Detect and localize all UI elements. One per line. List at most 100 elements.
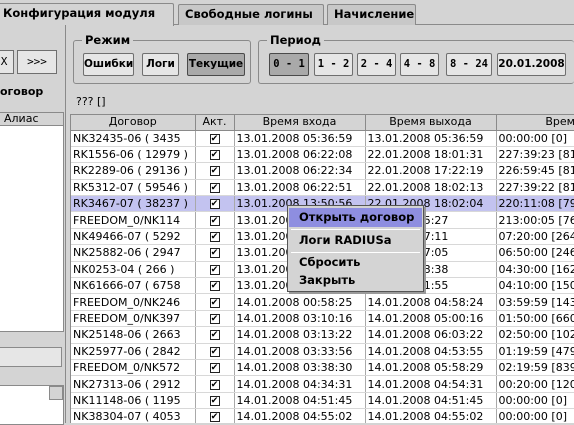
active-checkbox[interactable]: ✔: [209, 379, 220, 390]
menu-item-radius-logs[interactable]: Логи RADIUSа: [289, 231, 422, 250]
cell-duration[interactable]: 00:00:00 [0]: [496, 392, 574, 410]
cell-login-time[interactable]: 14.01.2008 03:10:16: [234, 310, 366, 328]
cell-duration[interactable]: 227:39:22 [81: [496, 179, 574, 197]
table-row[interactable]: RK1556-06 ( 12979 ) ✔ 13.01.2008 06:22:08 2…: [71, 146, 574, 164]
active-checkbox[interactable]: ✔: [209, 346, 220, 357]
cell-duration[interactable]: 226:59:45 [81: [496, 162, 574, 180]
cell-login-time[interactable]: 14.01.2008 03:13:22: [234, 326, 366, 344]
mode-logs-button[interactable]: Логи: [142, 53, 179, 76]
cell-contract[interactable]: NK61666-07 ( 6758: [71, 277, 196, 295]
cell-logout-time[interactable]: 14.01.2008 06:03:22: [365, 326, 497, 344]
period-1-2-button[interactable]: 1 - 2: [314, 53, 353, 76]
table-row[interactable]: FREEDOM_0/NK246 ✔ 14.01.2008 00:58:25 14.01…: [71, 293, 574, 311]
column-header-contract[interactable]: Договор: [71, 115, 196, 131]
cell-contract[interactable]: FREEDOM_0/NK114: [71, 211, 196, 229]
cell-login-time[interactable]: 13.01.2008 06:22:51: [234, 179, 366, 197]
active-checkbox[interactable]: ✔: [209, 232, 220, 243]
cell-login-time[interactable]: 13.01.2008 06:22:34: [234, 162, 366, 180]
cell-login-time[interactable]: 14.01.2008 04:51:45: [234, 392, 366, 410]
cell-logout-time[interactable]: 22.01.2008 18:02:13: [365, 179, 497, 197]
cell-duration[interactable]: 02:19:59 [839: [496, 359, 574, 377]
active-checkbox[interactable]: ✔: [209, 395, 220, 406]
scrollbar-up-arrow[interactable]: [49, 386, 63, 400]
next-button[interactable]: >>>: [17, 50, 57, 74]
cell-logout-time[interactable]: 14.01.2008 05:58:29: [365, 359, 497, 377]
table-row[interactable]: RK5312-07 ( 59546 ) ✔ 13.01.2008 06:22:51 2…: [71, 179, 574, 197]
cell-login-time[interactable]: 14.01.2008 03:38:30: [234, 359, 366, 377]
cell-logout-time[interactable]: 22.01.2008 17:22:19: [365, 162, 497, 180]
cell-login-time[interactable]: 13.01.2008 06:22:08: [234, 146, 366, 164]
cell-contract[interactable]: NK49466-07 ( 5292: [71, 228, 196, 246]
tab-charging[interactable]: Начисление: [327, 4, 416, 25]
cell-logout-time[interactable]: 14.01.2008 04:58:24: [365, 293, 497, 311]
period-date-button[interactable]: 20.01.2008: [497, 53, 566, 76]
cell-contract[interactable]: FREEDOM_0/NK246: [71, 293, 196, 311]
cell-duration[interactable]: 00:20:00 [120: [496, 375, 574, 393]
tab-free-logins[interactable]: Свободные логины: [178, 4, 324, 25]
table-row[interactable]: RK2289-06 ( 29136 ) ✔ 13.01.2008 06:22:34 2…: [71, 162, 574, 180]
cell-duration[interactable]: 213:00:05 [76: [496, 211, 574, 229]
active-checkbox[interactable]: ✔: [209, 363, 220, 374]
active-checkbox[interactable]: ✔: [209, 313, 220, 324]
period-0-1-button[interactable]: 0 - 1: [269, 53, 309, 76]
cell-contract[interactable]: RK1556-06 ( 12979 ): [71, 146, 196, 164]
cell-duration[interactable]: 06:50:00 [246: [496, 244, 574, 262]
cell-login-time[interactable]: 14.01.2008 03:33:56: [234, 343, 366, 360]
cell-contract[interactable]: FREEDOM_0/NK397: [71, 310, 196, 328]
cell-duration[interactable]: 07:20:00 [264: [496, 228, 574, 246]
cell-contract[interactable]: RK3467-07 ( 38237 ): [71, 195, 196, 213]
active-checkbox[interactable]: ✔: [209, 412, 220, 423]
column-header-duration[interactable]: Время: [496, 115, 574, 131]
period-8-24-button[interactable]: 8 - 24: [446, 53, 492, 76]
period-4-8-button[interactable]: 4 - 8: [400, 53, 439, 76]
cell-contract[interactable]: RK2289-06 ( 29136 ): [71, 162, 196, 180]
cell-contract[interactable]: NK25882-06 ( 2947: [71, 244, 196, 262]
cell-login-time[interactable]: 13.01.2008 05:36:59: [234, 130, 366, 147]
cell-duration[interactable]: 227:39:23 [81: [496, 146, 574, 164]
column-header-active[interactable]: Акт.: [195, 115, 235, 131]
cell-login-time[interactable]: 14.01.2008 00:58:25: [234, 293, 366, 311]
left-bottom-list[interactable]: [0, 385, 64, 425]
cell-duration[interactable]: 04:30:00 [162: [496, 261, 574, 279]
cell-contract[interactable]: NK25148-06 ( 2663: [71, 326, 196, 344]
cell-contract[interactable]: NK25977-06 ( 2842: [71, 343, 196, 360]
cell-duration[interactable]: 01:50:00 [660: [496, 310, 574, 328]
cell-duration[interactable]: 02:50:00 [102: [496, 326, 574, 344]
column-header-login-time[interactable]: Время входа: [234, 115, 366, 131]
active-checkbox[interactable]: ✔: [209, 248, 220, 259]
cell-contract[interactable]: NK27313-06 ( 2912: [71, 375, 196, 393]
active-checkbox[interactable]: ✔: [209, 133, 220, 144]
alias-list[interactable]: Алиас: [0, 112, 64, 332]
cell-logout-time[interactable]: 22.01.2008 18:01:31: [365, 146, 497, 164]
active-checkbox[interactable]: ✔: [209, 264, 220, 275]
menu-item-open-contract[interactable]: Открыть договор: [289, 208, 422, 227]
cell-logout-time[interactable]: 14.01.2008 04:51:45: [365, 392, 497, 410]
left-input-field[interactable]: [0, 347, 62, 367]
active-checkbox[interactable]: ✔: [209, 182, 220, 193]
cell-login-time[interactable]: 14.01.2008 04:34:31: [234, 375, 366, 393]
table-row[interactable]: NK25148-06 ( 2663 ✔ 14.01.2008 03:13:22 14.…: [71, 326, 574, 344]
cell-logout-time[interactable]: 14.01.2008 04:54:31: [365, 375, 497, 393]
active-checkbox[interactable]: ✔: [209, 150, 220, 161]
cell-logout-time[interactable]: 14.01.2008 04:55:02: [365, 408, 497, 423]
menu-item-close[interactable]: Закрыть: [289, 271, 422, 290]
cell-contract[interactable]: FREEDOM_0/NK572: [71, 359, 196, 377]
alias-column-header[interactable]: Алиас: [0, 113, 63, 126]
active-checkbox[interactable]: ✔: [209, 297, 220, 308]
table-row[interactable]: FREEDOM_0/NK572 ✔ 14.01.2008 03:38:30 14.01…: [71, 359, 574, 377]
table-row[interactable]: NK27313-06 ( 2912 ✔ 14.01.2008 04:34:31 14.…: [71, 375, 574, 393]
cell-duration[interactable]: 220:11:08 [79: [496, 195, 574, 213]
cell-contract[interactable]: NK38304-07 ( 4053: [71, 408, 196, 423]
cell-contract[interactable]: RK5312-07 ( 59546 ): [71, 179, 196, 197]
table-row[interactable]: NK38304-07 ( 4053 ✔ 14.01.2008 04:55:02 14.…: [71, 408, 574, 423]
period-2-4-button[interactable]: 2 - 4: [357, 53, 396, 76]
active-checkbox[interactable]: ✔: [209, 166, 220, 177]
active-checkbox[interactable]: ✔: [209, 215, 220, 226]
table-row[interactable]: NK32435-06 ( 3435 ✔ 13.01.2008 05:36:59 13.…: [71, 130, 574, 147]
cell-login-time[interactable]: 14.01.2008 04:55:02: [234, 408, 366, 423]
table-row[interactable]: FREEDOM_0/NK397 ✔ 14.01.2008 03:10:16 14.01…: [71, 310, 574, 328]
table-row[interactable]: NK25977-06 ( 2842 ✔ 14.01.2008 03:33:56 14.…: [71, 343, 574, 360]
active-checkbox[interactable]: ✔: [209, 199, 220, 210]
table-row[interactable]: NK11148-06 ( 1195 ✔ 14.01.2008 04:51:45 14.…: [71, 392, 574, 410]
cell-logout-time[interactable]: 13.01.2008 05:36:59: [365, 130, 497, 147]
